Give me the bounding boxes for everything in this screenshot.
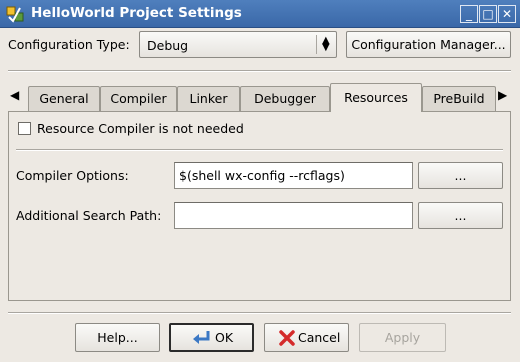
additional-search-path-label: Additional Search Path:	[16, 208, 162, 223]
tab-compiler[interactable]: Compiler	[100, 86, 177, 111]
configuration-manager-button[interactable]: Configuration Manager...	[346, 31, 511, 58]
tab-resources[interactable]: Resources	[330, 83, 422, 112]
resource-compiler-not-needed-label: Resource Compiler is not needed	[37, 121, 244, 136]
cancel-x-icon	[279, 330, 295, 346]
configuration-type-label: Configuration Type:	[8, 37, 130, 52]
separator	[8, 70, 511, 72]
apply-button[interactable]: Apply	[359, 323, 446, 352]
compiler-options-field[interactable]: $(shell wx-config --rcflags)	[174, 162, 413, 189]
enter-arrow-icon	[193, 331, 210, 344]
close-icon[interactable]: ✕	[498, 5, 516, 23]
additional-search-path-browse-button[interactable]: ...	[418, 202, 503, 229]
tab-debugger[interactable]: Debugger	[240, 86, 330, 111]
ok-label: OK	[215, 330, 234, 345]
tab-linker[interactable]: Linker	[177, 86, 240, 111]
cancel-label: Cancel	[298, 330, 341, 345]
tab-prebuild[interactable]: PreBuild	[422, 86, 496, 111]
updown-arrow-icon: ▲ ▼	[322, 35, 330, 53]
compiler-options-browse-button[interactable]: ...	[418, 162, 503, 189]
footer-separator	[8, 312, 511, 314]
window-title: HelloWorld Project Settings	[31, 5, 242, 21]
additional-search-path-field[interactable]	[174, 202, 413, 229]
configuration-type-value: Debug	[147, 38, 189, 53]
cancel-button[interactable]: Cancel	[264, 323, 349, 352]
compiler-options-label: Compiler Options:	[16, 168, 129, 183]
app-icon	[6, 6, 24, 23]
panel-separator	[16, 149, 503, 151]
minimize-icon[interactable]: _	[460, 5, 478, 23]
resource-compiler-not-needed-checkbox[interactable]	[18, 122, 31, 135]
maximize-icon[interactable]: □	[479, 5, 497, 23]
help-button[interactable]: Help...	[75, 323, 160, 352]
tab-general[interactable]: General	[28, 86, 100, 111]
select-divider	[316, 35, 317, 54]
tab-scroll-right-icon[interactable]: ▶	[498, 88, 507, 102]
ok-button[interactable]: OK	[169, 323, 254, 352]
tab-scroll-left-icon[interactable]: ◀	[10, 88, 19, 102]
configuration-type-select[interactable]: Debug ▲ ▼	[139, 31, 337, 58]
